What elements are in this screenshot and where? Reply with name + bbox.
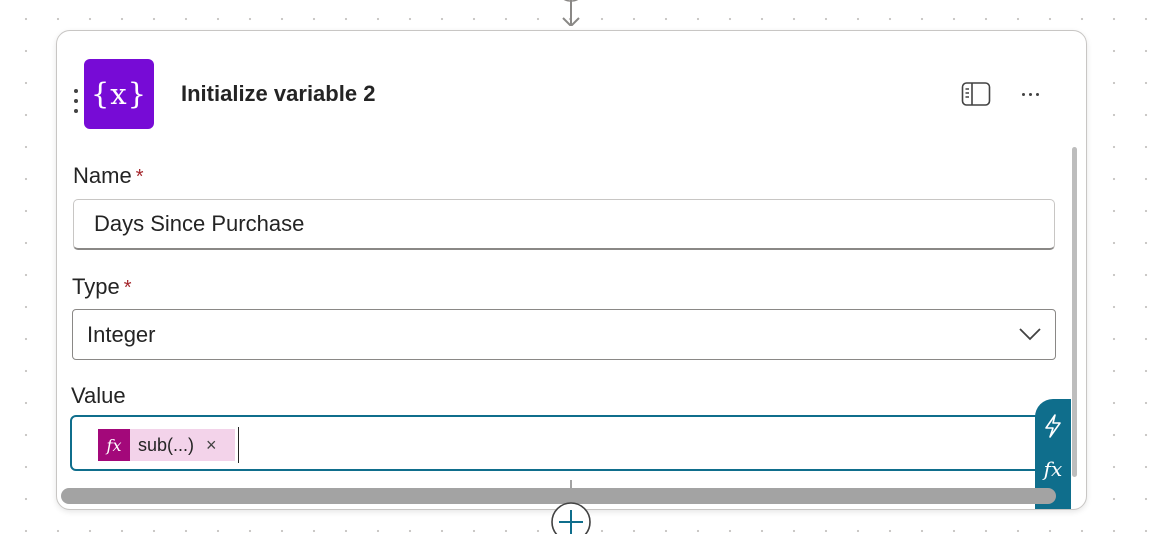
card-title: Initialize variable 2 [181,81,376,106]
action-card[interactable]: {x} Initialize variable 2 Name * Days Sin… [56,30,1087,510]
value-label: Value [71,383,126,408]
value-input[interactable]: fx sub(...) × [70,415,1060,471]
variable-icon: {x} [84,59,154,129]
connector-arrow-icon [562,0,580,26]
fx-icon: fx [98,429,130,461]
expression-token[interactable]: fx sub(...) × [98,429,235,461]
type-label: Type * [72,274,132,299]
token-label: sub(...) [138,434,195,455]
close-icon[interactable]: × [206,435,217,456]
name-input[interactable]: Days Since Purchase [73,199,1055,250]
required-marker: * [135,166,144,188]
name-input-value: Days Since Purchase [94,211,305,236]
vertical-scrollbar[interactable] [1072,147,1077,477]
chevron-down-icon [1019,328,1041,341]
add-step-button[interactable] [550,480,592,534]
drag-handle-icon[interactable] [73,89,79,113]
name-label: Name * [73,163,144,188]
lightning-icon[interactable] [1042,413,1064,439]
type-dropdown-value: Integer [87,321,156,347]
more-options-icon[interactable] [1015,83,1045,105]
type-dropdown[interactable]: Integer [72,309,1056,360]
expression-icon[interactable]: fx [1044,457,1063,481]
panel-icon[interactable] [961,81,991,107]
text-caret [238,427,239,463]
required-marker: * [123,277,132,299]
